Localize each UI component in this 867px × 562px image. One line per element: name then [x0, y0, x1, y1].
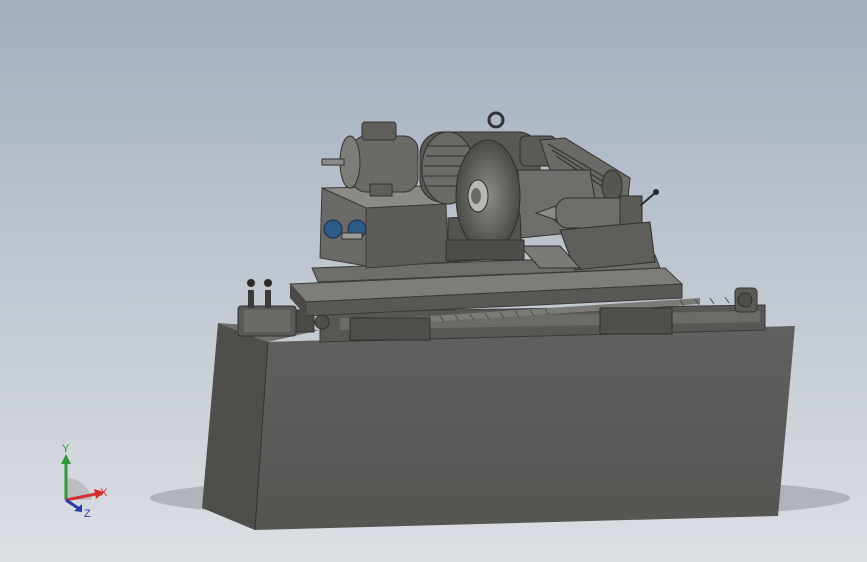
lifting-eye	[487, 111, 505, 129]
headstock-bolt	[323, 219, 343, 239]
x-axis-label: X	[100, 487, 108, 499]
base-front-face	[255, 326, 795, 530]
carriage-block	[349, 317, 431, 341]
z-axis-arrow	[65, 498, 79, 510]
coordinate-triad: Y X Z	[61, 443, 108, 518]
grinding-wheel[interactable]	[455, 139, 521, 253]
y-axis-label: Y	[62, 443, 70, 455]
headstock-motor[interactable]	[321, 121, 419, 197]
cad-model-grinding-machine[interactable]	[0, 0, 867, 562]
headstock[interactable]	[319, 185, 449, 269]
machine-base[interactable]	[202, 323, 795, 531]
carriage-block	[599, 307, 673, 335]
graphics-viewport[interactable]: Y X Z	[0, 0, 867, 562]
z-axis-label: Z	[84, 508, 91, 518]
